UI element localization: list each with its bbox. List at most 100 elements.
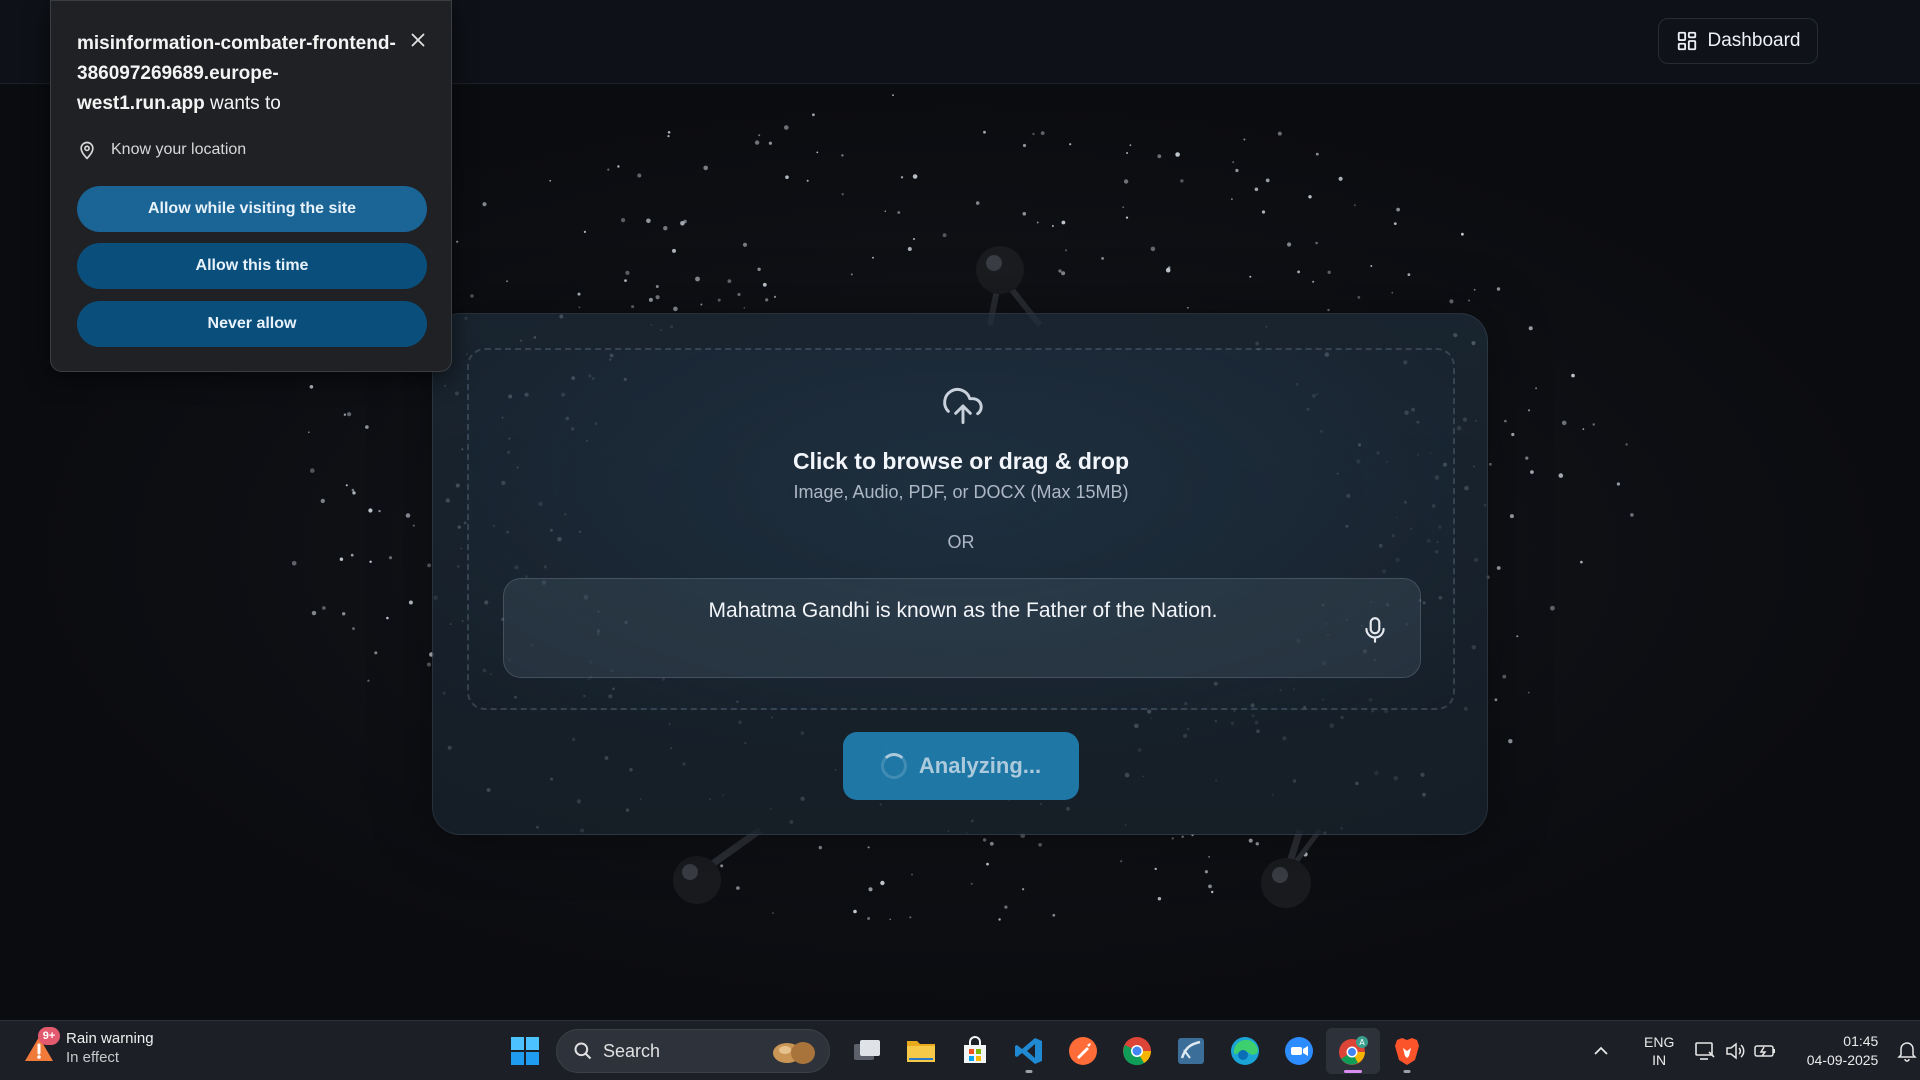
particle	[1061, 271, 1066, 276]
location-permission-popup: misinformation-combater-frontend-3860972…	[50, 0, 452, 372]
particle	[624, 279, 627, 282]
particle	[1357, 296, 1361, 299]
notifications-icon[interactable]	[1892, 1039, 1920, 1063]
particle	[352, 491, 356, 495]
particle	[1261, 210, 1266, 214]
battery-icon[interactable]	[1750, 1039, 1780, 1063]
brave-icon	[1395, 1038, 1419, 1065]
particle	[1338, 176, 1343, 181]
clock-time: 01:45	[1843, 1033, 1879, 1049]
particle	[1558, 473, 1564, 478]
particle	[1038, 843, 1042, 847]
permission-wants-to: wants to	[210, 93, 281, 114]
vscode-button[interactable]	[1002, 1028, 1056, 1074]
microphone-icon[interactable]	[1362, 615, 1388, 645]
language-line1: ENG	[1644, 1034, 1675, 1050]
taskbar-search[interactable]: Search	[556, 1029, 830, 1073]
mysql-workbench-button[interactable]	[1164, 1028, 1218, 1074]
particle	[311, 610, 317, 616]
file-explorer-button[interactable]	[894, 1028, 948, 1074]
weather-badge: 9+	[38, 1027, 60, 1045]
particle	[816, 151, 819, 154]
brave-button[interactable]	[1380, 1028, 1434, 1074]
particle	[1187, 307, 1189, 309]
chevron-up-icon	[1594, 1046, 1608, 1055]
particle	[754, 140, 760, 145]
particle	[773, 295, 777, 298]
file-dropzone[interactable]: Click to browse or drag & drop Image, Au…	[467, 348, 1455, 710]
analyze-button[interactable]: Analyzing...	[843, 732, 1079, 800]
particle	[470, 294, 474, 298]
taskbar-apps: Search A	[498, 1028, 1434, 1074]
edge-button[interactable]	[1218, 1028, 1272, 1074]
postman-button[interactable]	[1056, 1028, 1110, 1074]
particle	[1496, 287, 1501, 291]
dropzone-title: Click to browse or drag & drop	[792, 448, 1130, 474]
never-allow-button[interactable]: Never allow	[77, 301, 427, 347]
particle	[1180, 179, 1184, 183]
particle	[998, 918, 1001, 921]
dashboard-grid-icon	[1677, 31, 1696, 51]
vscode-icon	[1015, 1038, 1042, 1064]
particle	[1022, 143, 1027, 148]
particle	[405, 513, 411, 518]
network-icon[interactable]	[1690, 1039, 1720, 1063]
particle	[1255, 842, 1260, 846]
start-button[interactable]	[498, 1028, 552, 1074]
clock[interactable]: 01:45 04-09-2025	[1794, 1032, 1879, 1070]
particle	[673, 306, 678, 312]
particle	[743, 307, 746, 309]
particle	[1502, 674, 1507, 679]
particle	[369, 560, 372, 563]
weather-subtitle: In effect	[66, 1049, 120, 1066]
particle	[310, 468, 315, 473]
particle	[1527, 409, 1531, 412]
particle	[1508, 739, 1513, 744]
particle	[1040, 131, 1045, 135]
chrome-profile-icon: A	[1339, 1036, 1368, 1065]
particle	[350, 553, 354, 557]
chrome-button[interactable]	[1110, 1028, 1164, 1074]
particle	[1297, 270, 1300, 274]
particle	[412, 524, 415, 527]
store-icon	[964, 1036, 986, 1063]
cloud-upload-icon	[943, 388, 983, 424]
dashboard-button[interactable]: Dashboard	[1658, 18, 1818, 64]
particle	[1327, 308, 1330, 312]
microsoft-store-button[interactable]	[948, 1028, 1002, 1074]
particle	[982, 838, 987, 842]
particle	[703, 165, 708, 171]
allow-while-visiting-button[interactable]: Allow while visiting the site	[77, 186, 427, 232]
weather-widget[interactable]: 9+ Rain warning In effect	[22, 1027, 154, 1067]
particle	[617, 165, 620, 168]
particle	[1265, 178, 1270, 183]
particle	[631, 305, 635, 309]
claim-text-input[interactable]: Mahatma Gandhi is known as the Father of…	[503, 578, 1421, 678]
chrome-profile-button[interactable]: A	[1326, 1028, 1380, 1074]
particle	[720, 864, 724, 868]
search-icon	[574, 1042, 592, 1060]
particle	[841, 154, 844, 157]
particle	[889, 918, 891, 921]
task-view-button[interactable]	[840, 1028, 894, 1074]
language-indicator[interactable]: ENG IN	[1644, 1033, 1674, 1069]
zoom-button[interactable]	[1272, 1028, 1326, 1074]
particle	[913, 238, 915, 240]
rain-warning-icon: 9+	[22, 1027, 60, 1065]
particle	[345, 484, 348, 487]
particle	[1504, 419, 1507, 423]
particle	[1211, 890, 1214, 894]
allow-this-time-button[interactable]: Allow this time	[77, 243, 427, 289]
particle	[867, 917, 871, 920]
system-tray: ENG IN 01:45 04-09-2025	[1586, 1021, 1920, 1080]
particle	[742, 242, 748, 247]
particle	[1580, 560, 1583, 564]
show-hidden-icons-button[interactable]	[1586, 1039, 1616, 1063]
particle	[812, 113, 815, 117]
close-icon[interactable]	[407, 29, 429, 51]
particle	[1630, 513, 1634, 517]
particle	[621, 218, 626, 223]
particle	[1061, 220, 1066, 225]
particle	[1530, 470, 1534, 474]
volume-icon[interactable]	[1720, 1039, 1750, 1063]
